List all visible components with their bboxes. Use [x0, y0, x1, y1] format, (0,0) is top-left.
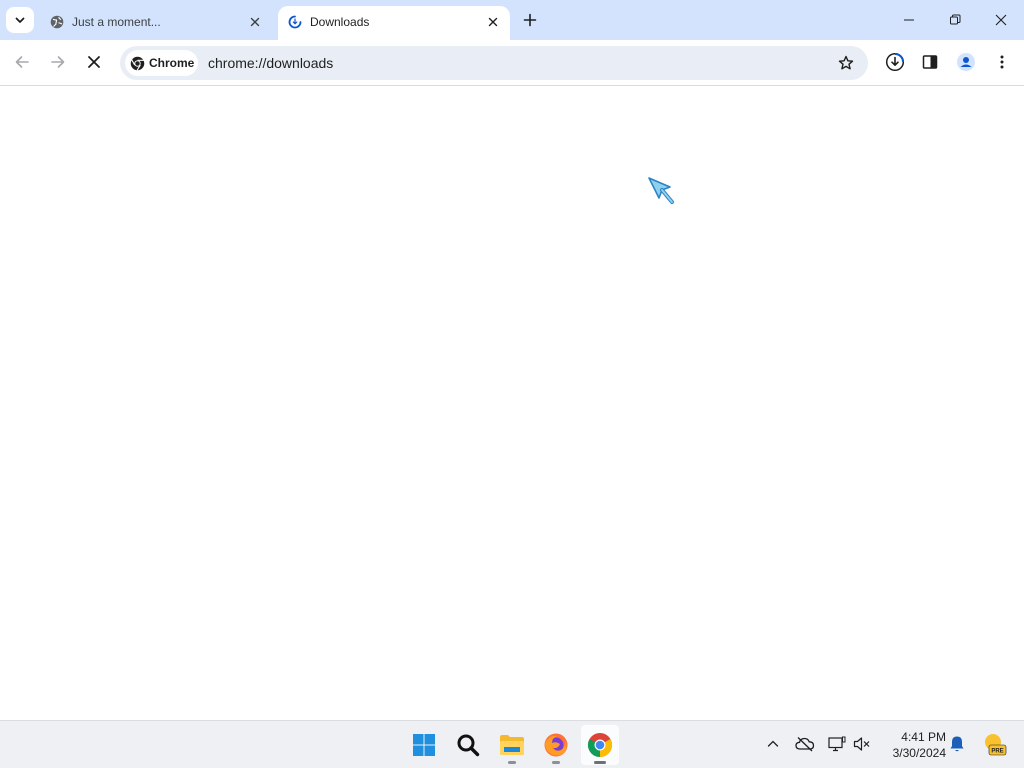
- stop-loading-button[interactable]: [79, 47, 109, 77]
- search-icon: [457, 734, 480, 757]
- new-tab-button[interactable]: [518, 8, 542, 32]
- profile-icon: [957, 53, 975, 71]
- address-bar[interactable]: Chrome chrome://downloads: [120, 46, 868, 80]
- chrome-logo-icon: [130, 56, 145, 71]
- tab-title: Downloads: [310, 15, 370, 29]
- profile-button[interactable]: [951, 47, 981, 77]
- windows-start-icon: [413, 734, 435, 756]
- star-icon: [838, 55, 854, 70]
- clock-time: 4:41 PM: [901, 730, 946, 744]
- minimize-icon: [904, 19, 914, 21]
- windows-taskbar: 4:41 PM 3/30/2024 PRE: [0, 720, 1024, 768]
- volume-tray-button[interactable]: [851, 733, 873, 755]
- show-hidden-icons-button[interactable]: [762, 733, 784, 755]
- page-content: [0, 87, 1024, 720]
- start-button[interactable]: [405, 725, 443, 765]
- taskbar-chrome[interactable]: [581, 725, 619, 765]
- close-icon: [488, 17, 498, 27]
- taskbar-search-button[interactable]: [449, 725, 487, 765]
- url-text[interactable]: chrome://downloads: [208, 55, 333, 71]
- minimize-button[interactable]: [886, 0, 932, 40]
- weather-badge-icon: PRE: [985, 734, 1007, 756]
- arrow-left-icon: [15, 56, 29, 68]
- display-tray-button[interactable]: [826, 733, 848, 755]
- globe-icon: [49, 14, 65, 30]
- downloads-button[interactable]: [880, 47, 910, 77]
- close-icon: [88, 56, 100, 68]
- running-indicator: [552, 761, 560, 764]
- tab-just-a-moment[interactable]: Just a moment...: [40, 6, 272, 40]
- display-icon: [828, 736, 846, 752]
- download-icon: [885, 52, 905, 72]
- close-icon: [995, 14, 1007, 26]
- arrow-right-icon: [51, 56, 65, 68]
- onedrive-offline-icon: [795, 737, 815, 752]
- onedrive-tray-button[interactable]: [794, 733, 816, 755]
- kebab-menu-icon: [1000, 55, 1004, 69]
- clock-date: 3/30/2024: [892, 746, 946, 760]
- mouse-cursor-icon: [648, 177, 674, 204]
- close-window-button[interactable]: [978, 0, 1024, 40]
- restore-icon: [950, 14, 961, 25]
- firefox-icon: [544, 733, 568, 757]
- plus-icon: [523, 13, 537, 27]
- tab-downloads[interactable]: Downloads: [278, 6, 510, 40]
- bookmark-button[interactable]: [836, 53, 856, 73]
- mute-icon: [853, 737, 870, 751]
- loading-spinner-icon: [287, 14, 303, 30]
- taskbar-firefox[interactable]: [537, 725, 575, 765]
- tab-close-button[interactable]: [246, 13, 264, 31]
- insider-preview-badge[interactable]: PRE: [981, 731, 1007, 757]
- chrome-icon: [587, 733, 613, 757]
- file-explorer-icon: [500, 735, 524, 755]
- chevron-up-icon: [767, 740, 779, 747]
- notifications-button[interactable]: [946, 733, 968, 755]
- side-panel-icon: [922, 55, 938, 69]
- tab-search-button[interactable]: [6, 7, 34, 33]
- site-chip-label: Chrome: [149, 56, 195, 70]
- back-button[interactable]: [7, 47, 37, 77]
- tab-title: Just a moment...: [72, 15, 161, 29]
- restore-button[interactable]: [932, 0, 978, 40]
- bell-icon: [950, 736, 964, 752]
- browser-toolbar: Chrome chrome://downloads: [0, 40, 1024, 86]
- system-clock[interactable]: 4:41 PM 3/30/2024: [876, 729, 946, 761]
- side-panel-button[interactable]: [915, 47, 945, 77]
- chrome-menu-button[interactable]: [987, 47, 1017, 77]
- taskbar-file-explorer[interactable]: [493, 725, 531, 765]
- tab-close-button[interactable]: [484, 13, 502, 31]
- running-indicator: [594, 761, 606, 764]
- tab-strip: Just a moment... Downloads: [0, 0, 1024, 40]
- forward-button[interactable]: [43, 47, 73, 77]
- badge-label: PRE: [991, 749, 1003, 755]
- chevron-down-icon: [15, 17, 25, 23]
- running-indicator: [508, 761, 516, 764]
- close-icon: [250, 17, 260, 27]
